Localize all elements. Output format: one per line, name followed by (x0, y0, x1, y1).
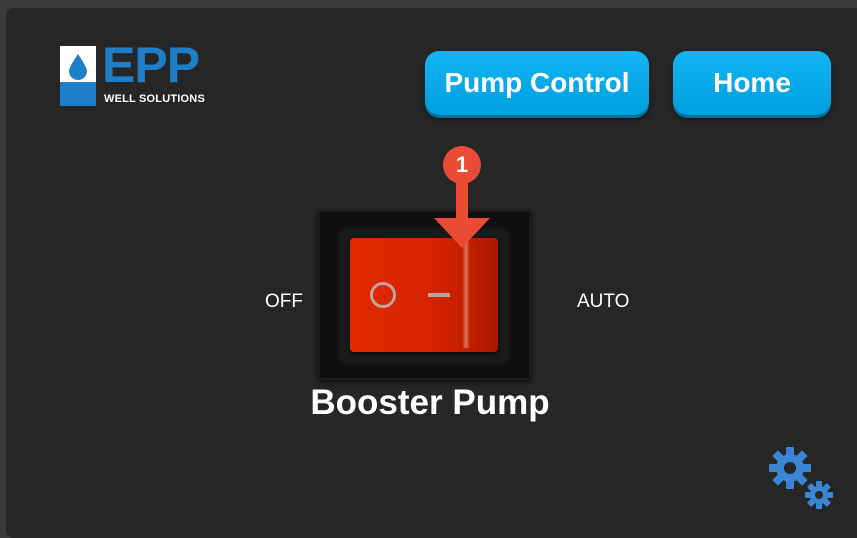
gears-icon[interactable] (768, 446, 838, 516)
off-circle-icon (370, 282, 396, 308)
rocker-toggle[interactable] (350, 238, 498, 352)
water-drop-icon (69, 54, 87, 80)
epp-logo: EPP WELL SOLUTIONS (60, 40, 220, 110)
on-line-icon (428, 293, 450, 297)
home-button[interactable]: Home (673, 51, 831, 115)
switch-auto-label: AUTO (577, 291, 630, 312)
pump-control-button[interactable]: Pump Control (425, 51, 649, 115)
switch-title: Booster Pump (310, 383, 550, 422)
rocker-highlight (462, 242, 470, 348)
logo-badge (60, 46, 96, 106)
booster-pump-switch[interactable] (318, 210, 531, 380)
logo-tagline: WELL SOLUTIONS (104, 93, 205, 105)
logo-brand-text: EPP (102, 37, 200, 93)
callout-step-badge: 1 (443, 146, 481, 184)
switch-off-label: OFF (265, 291, 303, 312)
callout-arrow-icon (434, 178, 490, 248)
logo-water (60, 82, 96, 106)
